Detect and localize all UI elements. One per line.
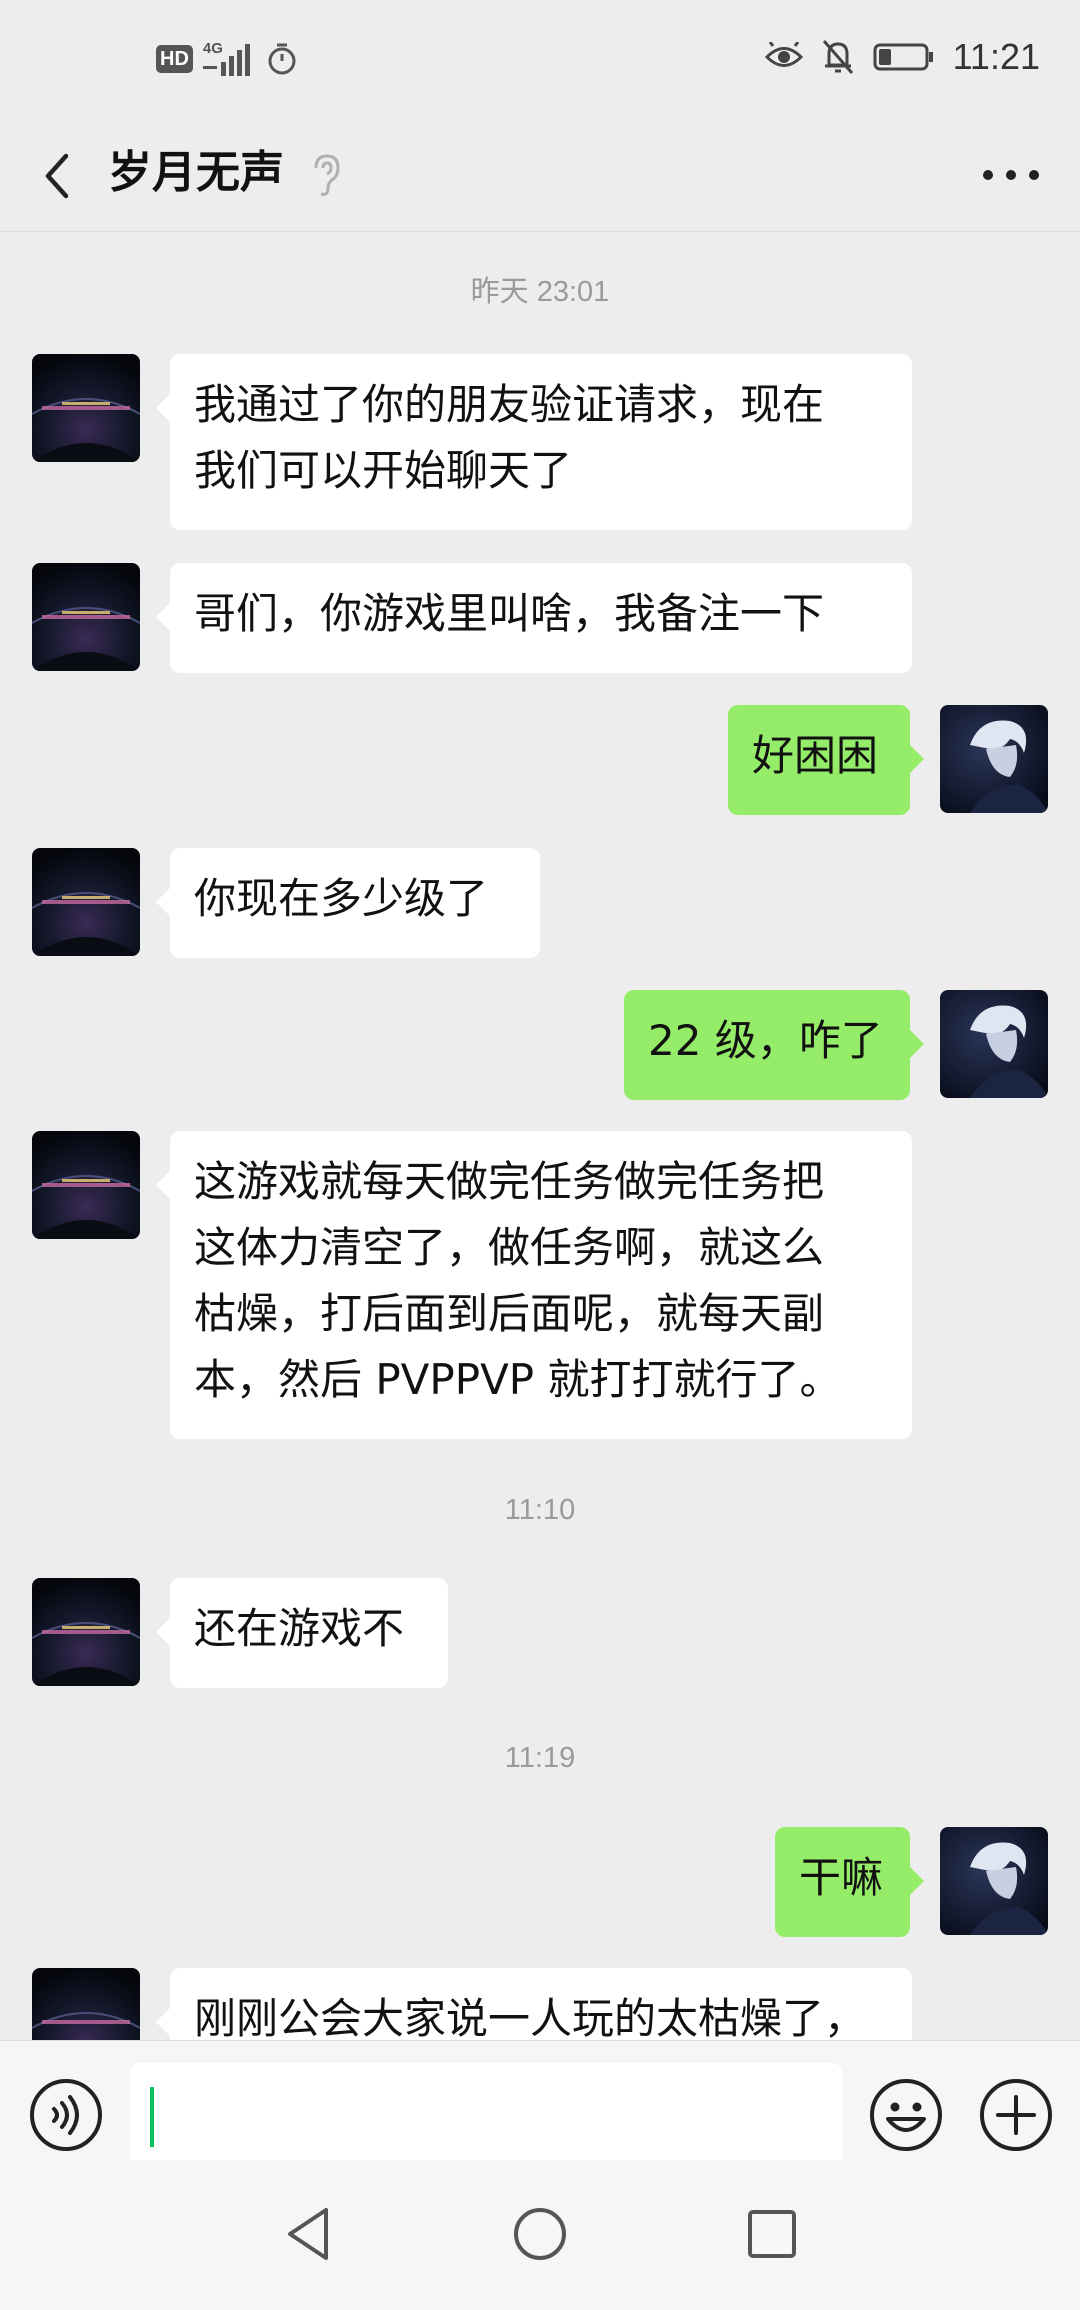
- message-text: 你现在多少级了: [194, 874, 489, 923]
- timestamp: 11:10: [504, 1494, 576, 1526]
- contact-avatar[interactable]: [32, 848, 140, 956]
- bell-off-icon: [822, 40, 853, 74]
- timestamp: 11:19: [504, 1742, 576, 1774]
- chevron-left-icon[interactable]: [30, 146, 90, 206]
- eye-icon: [764, 42, 803, 67]
- voice-icon[interactable]: [28, 2077, 104, 2153]
- system-nav-bar: [0, 2160, 1080, 2310]
- self-avatar[interactable]: [940, 990, 1048, 1098]
- message-bubble[interactable]: 哥们，你游戏里叫啥，我备注一下: [156, 563, 912, 673]
- emoji-icon[interactable]: [868, 2077, 944, 2153]
- message-text: 22 级，咋了: [648, 1016, 883, 1065]
- message-text: 还在游戏不: [194, 1604, 405, 1653]
- more-dots-icon[interactable]: [976, 150, 1046, 200]
- status-bar: HD 4G 11:21: [0, 0, 1080, 120]
- status-right: 11:21: [764, 36, 1040, 78]
- message-text: 好困困: [752, 731, 879, 780]
- battery-icon: [873, 43, 933, 71]
- signal-icon: 4G: [202, 40, 255, 76]
- message-bubble[interactable]: 你现在多少级了: [156, 848, 540, 958]
- nav-back-icon[interactable]: [280, 2204, 336, 2264]
- message-text: 哥们，你游戏里叫啥，我备注一下: [194, 589, 825, 638]
- message-bubble-self[interactable]: 干嘛: [775, 1827, 924, 1937]
- self-avatar[interactable]: [940, 1827, 1048, 1935]
- contact-avatar[interactable]: [32, 563, 140, 671]
- message-bubble[interactable]: 这游戏就每天做完任务做完任务把 这体力清空了，做任务啊，就这么 枯燥，打后面到后…: [156, 1131, 912, 1439]
- message-bubble-self[interactable]: 好困困: [728, 705, 924, 815]
- text-cursor: [150, 2087, 154, 2147]
- status-left: HD 4G: [156, 40, 299, 76]
- message-text: 干嘛: [799, 1853, 884, 1902]
- nav-recent-icon[interactable]: [744, 2204, 800, 2264]
- nav-home-icon[interactable]: [512, 2204, 568, 2264]
- contact-avatar[interactable]: [32, 354, 140, 462]
- chat-header: 岁月无声: [0, 120, 1080, 232]
- message-bubble[interactable]: 我通过了你的朋友验证请求，现在 我们可以开始聊天了: [156, 354, 912, 530]
- contact-avatar[interactable]: [32, 1578, 140, 1686]
- message-bubble-self[interactable]: 22 级，咋了: [624, 990, 924, 1100]
- message-text: 这游戏就每天做完任务做完任务把 这体力清空了，做任务啊，就这么 枯燥，打后面到后…: [194, 1157, 842, 1404]
- timer-icon: [268, 43, 296, 75]
- status-time: 11:21: [952, 36, 1040, 77]
- message-input[interactable]: [130, 2063, 842, 2169]
- timestamp: 昨天 23:01: [470, 276, 610, 308]
- message-text: 刚刚公会大家说一人玩的太枯燥了，: [194, 1994, 867, 2043]
- self-avatar[interactable]: [940, 705, 1048, 813]
- message-bubble[interactable]: 还在游戏不: [156, 1578, 448, 1688]
- contact-avatar[interactable]: [32, 1131, 140, 1239]
- plus-icon[interactable]: [978, 2077, 1054, 2153]
- ear-icon: [314, 154, 340, 196]
- input-bar: [0, 2040, 1080, 2169]
- message-text: 我通过了你的朋友验证请求，现在 我们可以开始聊天了: [194, 380, 825, 495]
- hd-badge: HD: [156, 45, 193, 73]
- chat-title[interactable]: 岁月无声: [108, 138, 284, 208]
